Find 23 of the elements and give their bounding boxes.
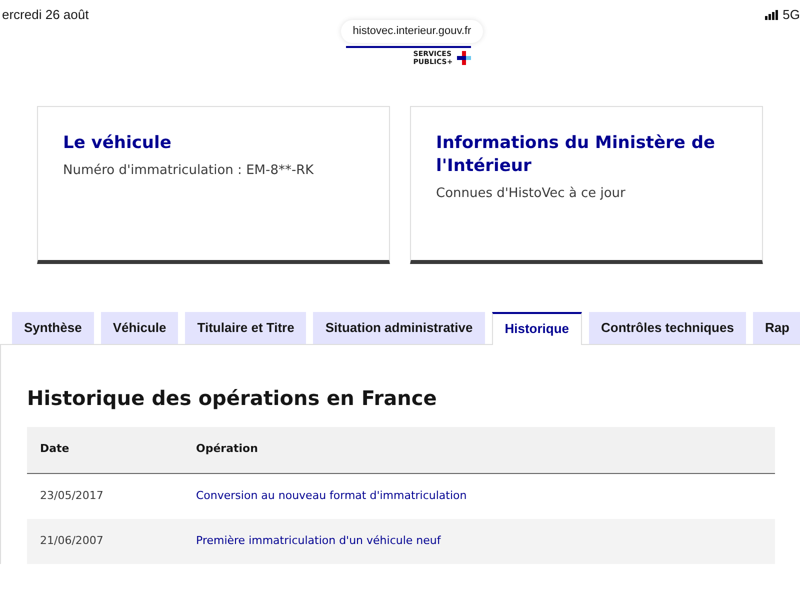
tab[interactable]: Situation administrative — [313, 312, 485, 344]
tab[interactable]: Rap — [752, 312, 800, 344]
status-date: ercredi 26 août — [1, 6, 89, 24]
network-label: 5G — [782, 6, 800, 24]
tab[interactable]: Historique — [492, 312, 582, 344]
table-cell-text: 21/06/2007 — [39, 532, 104, 549]
section-title: Historique des opérations en France — [27, 384, 438, 412]
url-field[interactable]: histovec.interieur.gouv.fr — [340, 20, 484, 42]
tab[interactable]: Synthèse — [12, 312, 94, 344]
table-cell-text: Conversion au nouveau format d'immatriculation — [196, 488, 467, 504]
signal-icon — [764, 10, 779, 20]
column-header: Opération — [196, 441, 258, 458]
card-title: Le véhicule — [63, 132, 172, 154]
column-header: Date — [39, 441, 70, 458]
tab[interactable]: Véhicule — [100, 312, 178, 344]
table-cell-text: 23/05/2017 — [39, 488, 104, 504]
cross-logo-icon — [456, 50, 471, 64]
card-title: Informations du Ministère de l'Intérieur — [436, 132, 716, 178]
card-text: Connues d'HistoVec à ce jour — [436, 184, 626, 202]
table-cell-text: Première immatriculation d'un véhicule neuf — [196, 532, 441, 549]
tab[interactable]: Contrôles techniques — [589, 312, 746, 344]
tab[interactable]: Titulaire et Titre — [185, 312, 306, 344]
card-text: Numéro d'immatriculation : EM-8**-RK — [63, 162, 315, 180]
